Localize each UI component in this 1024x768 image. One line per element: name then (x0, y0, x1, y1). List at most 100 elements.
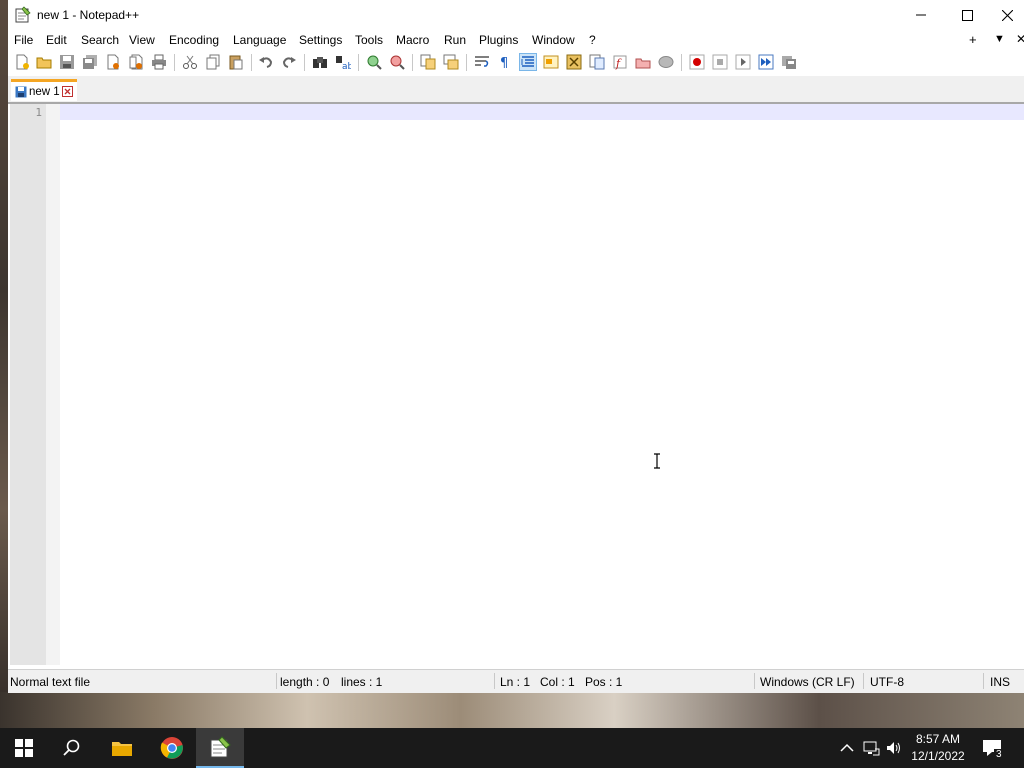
status-bar: Normal text file length : 0 lines : 1 Ln… (8, 669, 1024, 693)
file-explorer-icon (112, 742, 132, 756)
menu-edit[interactable]: Edit (46, 33, 67, 47)
close-tab-button[interactable]: ✕ (1016, 32, 1024, 46)
desktop-wallpaper (0, 0, 8, 728)
network-icon[interactable] (862, 739, 880, 757)
toolbar-separator (466, 54, 467, 71)
paste-icon[interactable] (228, 54, 244, 70)
function-list-icon[interactable] (589, 54, 605, 70)
save-icon[interactable] (59, 54, 75, 70)
redo-icon[interactable] (281, 54, 297, 70)
editor-area[interactable]: 1 (8, 104, 1024, 667)
indent-guide-icon[interactable] (519, 53, 537, 71)
sync-vertical-icon[interactable] (420, 54, 436, 70)
new-tab-button[interactable]: + (969, 32, 977, 47)
line-number: 1 (35, 106, 42, 119)
fold-margin (46, 104, 60, 665)
notepadpp-icon (210, 736, 231, 758)
volume-icon[interactable] (885, 739, 903, 757)
status-separator (863, 673, 864, 689)
zoom-out-icon[interactable] (389, 54, 405, 70)
menu-encoding[interactable]: Encoding (169, 33, 219, 47)
close-tab-icon[interactable] (62, 86, 73, 97)
record-shape-icon[interactable] (658, 54, 674, 70)
close-all-icon[interactable] (128, 54, 144, 70)
menu-tools[interactable]: Tools (355, 33, 383, 47)
chevron-up-icon[interactable] (838, 739, 856, 757)
minimize-button[interactable] (898, 0, 944, 30)
start-button[interactable] (0, 728, 48, 768)
menu-help[interactable]: ? (589, 33, 596, 47)
run-macro-multiple-icon[interactable] (758, 54, 774, 70)
menu-view[interactable]: View (129, 33, 155, 47)
status-insert-mode[interactable]: INS (990, 675, 1010, 689)
menu-macro[interactable]: Macro (396, 33, 429, 47)
menu-settings[interactable]: Settings (299, 33, 342, 47)
clock-date[interactable]: 12/1/2022 (908, 749, 968, 763)
save-all-icon[interactable] (82, 54, 98, 70)
stop-record-icon[interactable] (712, 54, 728, 70)
copy-icon[interactable] (205, 54, 221, 70)
status-file-type: Normal text file (10, 675, 91, 689)
menu-file[interactable]: File (14, 33, 33, 47)
svg-text:¶: ¶ (500, 56, 508, 70)
save-macro-icon[interactable] (781, 54, 797, 70)
notification-count: 3 (994, 749, 1004, 760)
show-all-chars-icon[interactable]: ¶ (497, 54, 513, 70)
cut-icon[interactable] (182, 54, 198, 70)
print-icon[interactable] (151, 54, 167, 70)
clock-time[interactable]: 8:57 AM (912, 732, 964, 746)
tab-bar: new 1 (8, 76, 1024, 104)
sync-horizontal-icon[interactable] (443, 54, 459, 70)
undo-icon[interactable] (258, 54, 274, 70)
close-icon[interactable] (105, 54, 121, 70)
tab-label: new 1 (29, 86, 60, 98)
toolbar-separator (304, 54, 305, 71)
close-window-button[interactable] (990, 0, 1024, 30)
taskbar-search-button[interactable] (48, 728, 96, 768)
maximize-icon (961, 9, 973, 21)
tab-list-button[interactable]: ▼ (994, 33, 1005, 45)
menu-search[interactable]: Search (81, 33, 119, 47)
menu-run[interactable]: Run (444, 33, 466, 47)
window-title: new 1 - Notepad++ (37, 8, 140, 22)
open-file-icon[interactable] (36, 54, 52, 70)
text-area[interactable] (60, 120, 1024, 665)
status-separator (276, 673, 277, 689)
replace-icon[interactable]: ab (335, 54, 351, 70)
zoom-in-icon[interactable] (366, 54, 382, 70)
taskbar-file-explorer[interactable] (98, 728, 146, 768)
minimize-icon (916, 14, 926, 16)
desktop-wallpaper-bottom (0, 692, 1024, 728)
current-line-highlight[interactable] (60, 104, 1024, 120)
toolbar-separator (251, 54, 252, 71)
title-bar[interactable]: new 1 - Notepad++ (8, 0, 1024, 30)
status-separator (494, 673, 495, 689)
notification-center-button[interactable]: 3 (980, 736, 1004, 760)
search-icon (63, 739, 80, 756)
menu-plugins[interactable]: Plugins (479, 33, 518, 47)
folder-workspace-icon[interactable]: f (612, 54, 628, 70)
status-encoding[interactable]: UTF-8 (870, 675, 904, 689)
chrome-icon (160, 737, 183, 759)
status-eol[interactable]: Windows (CR LF) (760, 675, 855, 689)
monitoring-icon[interactable] (635, 54, 651, 70)
record-macro-icon[interactable] (689, 54, 705, 70)
close-icon (1001, 9, 1013, 21)
status-pos: Pos : 1 (585, 675, 623, 689)
taskbar-notepadpp[interactable] (196, 728, 244, 768)
find-icon[interactable] (312, 54, 328, 70)
doc-map-icon[interactable] (566, 54, 582, 70)
new-file-icon[interactable] (14, 54, 30, 70)
word-wrap-icon[interactable] (474, 54, 490, 70)
toolbar-separator (681, 54, 682, 71)
menu-window[interactable]: Window (532, 33, 575, 47)
udl-icon[interactable] (543, 54, 559, 70)
taskbar-chrome[interactable] (148, 728, 196, 768)
maximize-button[interactable] (944, 0, 990, 30)
status-lines: lines : 1 (341, 675, 383, 689)
line-number-margin: 1 (10, 104, 46, 665)
notepadpp-window: new 1 - Notepad++ File Edit Search View … (8, 0, 1024, 693)
play-macro-icon[interactable] (735, 54, 751, 70)
menu-language[interactable]: Language (233, 33, 286, 47)
tab-new-1[interactable]: new 1 (11, 79, 77, 101)
